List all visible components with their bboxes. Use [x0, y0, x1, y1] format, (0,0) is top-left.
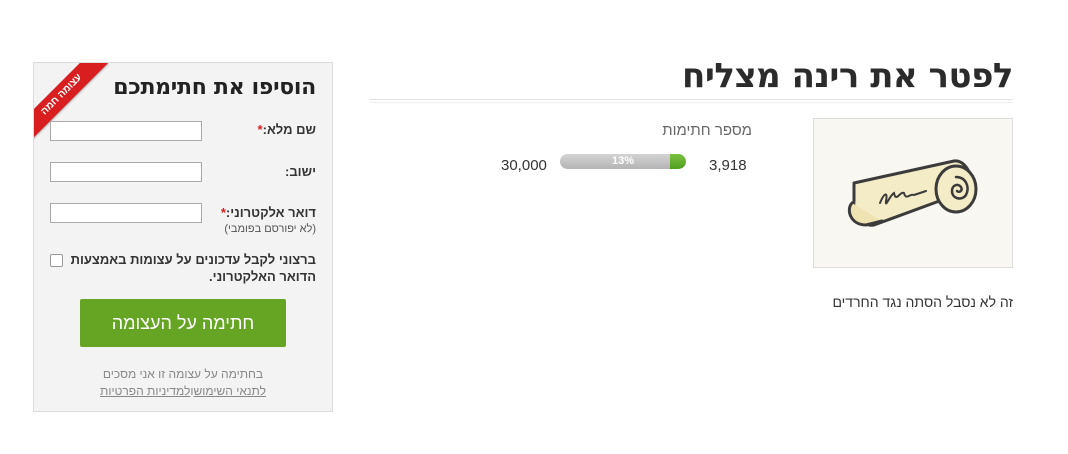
- updates-checkbox-label: ברצוני לקבל עדכונים על עצומות באמצעות הד…: [70, 252, 316, 284]
- form-title: הוסיפו את חתימתכם: [113, 75, 316, 100]
- sign-form-panel: עצומה חמה הוסיפו את חתימתכם שם מלא:* ישו…: [33, 62, 333, 412]
- email-note: (לא יפורסם בפומבי): [224, 223, 316, 235]
- full-name-label-text: שם מלא:: [262, 122, 316, 137]
- city-input[interactable]: [50, 162, 202, 182]
- terms-text: בחתימה על עצומה זו אני מסכים לתנאי השימו…: [34, 366, 332, 400]
- signatures-count: 3,918: [709, 157, 747, 174]
- email-label-text: דואר אלקטרוני:: [225, 205, 316, 220]
- full-name-label: שם מלא:*: [255, 122, 316, 137]
- scroll-icon: [847, 159, 978, 227]
- terms-links: לתנאי השימושולמדיניות הפרטיות: [34, 383, 332, 400]
- signatures-label: מספר חתימות: [662, 122, 752, 139]
- petition-description: זה לא נסבל הסתה נגד החרדים: [832, 294, 1013, 310]
- progress-percent: 13%: [611, 155, 635, 167]
- terms-of-use-link[interactable]: לתנאי השימוש: [194, 384, 266, 398]
- petition-title: לפטר את רינה מצליח: [682, 56, 1013, 96]
- privacy-policy-link[interactable]: למדיניות הפרטיות: [100, 384, 190, 398]
- full-name-input[interactable]: [50, 121, 202, 141]
- email-input[interactable]: [50, 203, 202, 223]
- city-label: ישוב:: [285, 164, 316, 179]
- sign-petition-button[interactable]: חתימה על העצומה: [80, 299, 286, 347]
- email-label: דואר אלקטרוני:*: [218, 205, 316, 220]
- terms-prefix: בחתימה על עצומה זו אני מסכים: [102, 367, 264, 381]
- signatures-progress-bar: 13%: [560, 154, 686, 169]
- updates-checkbox[interactable]: [50, 254, 63, 267]
- petition-image: [813, 118, 1013, 268]
- title-divider: [370, 99, 1013, 100]
- title-divider-shadow: [370, 102, 1013, 103]
- signatures-goal: 30,000: [501, 157, 547, 174]
